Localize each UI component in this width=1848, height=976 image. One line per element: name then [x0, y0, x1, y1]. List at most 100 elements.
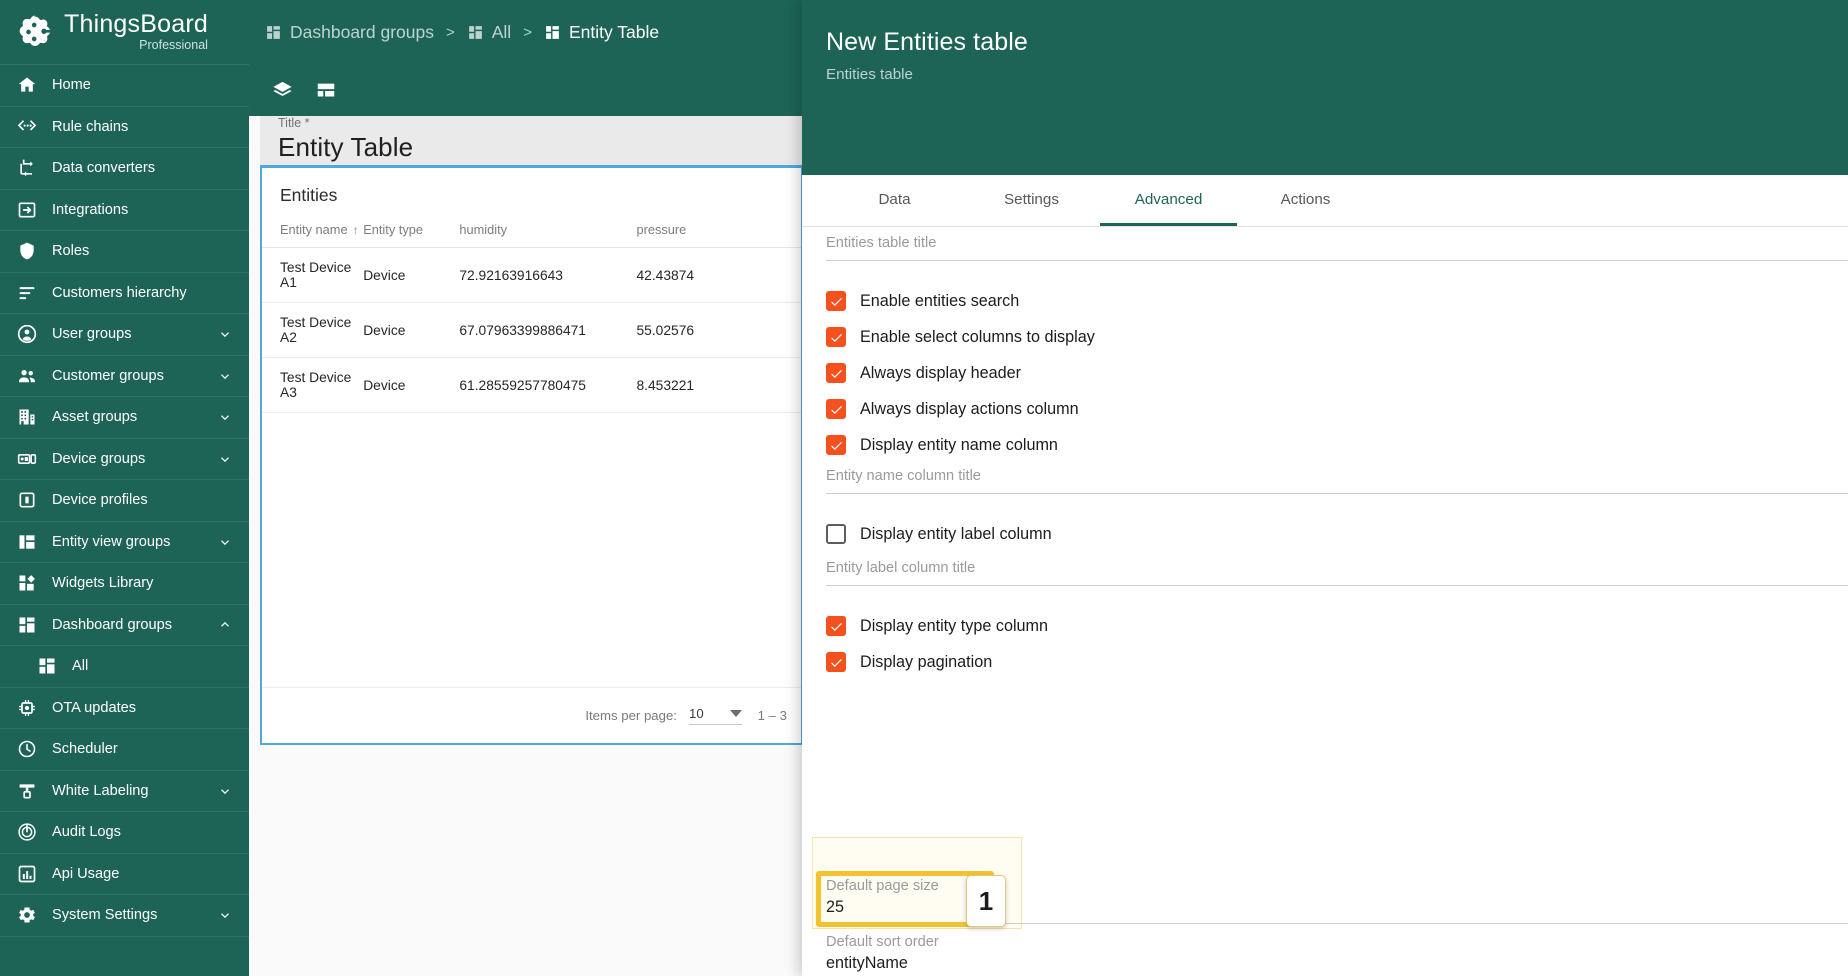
sidebar-item-api-usage[interactable]: Api Usage — [0, 854, 249, 895]
checkbox-enable-select-columns[interactable]: Enable select columns to display — [826, 319, 1095, 355]
checkbox-enable-entities-search[interactable]: Enable entities search — [826, 283, 1095, 319]
column-header-humidity[interactable]: humidity — [459, 212, 637, 248]
checked-box-icon — [826, 616, 846, 636]
table-row[interactable]: Test Device A2 Device 67.07963399886471 55.… — [262, 302, 801, 358]
sidebar-item-label: Device profiles — [52, 492, 148, 509]
sidebar-item-device-profiles[interactable]: Device profiles — [0, 480, 249, 522]
sidebar-item-entity-view-groups[interactable]: Entity view groups — [0, 522, 249, 563]
cell-entity-name: Test Device A1 — [262, 247, 364, 303]
sidebar-item-ota-updates[interactable]: OTA updates — [0, 688, 249, 729]
dashboards-icon — [16, 614, 38, 636]
breadcrumb-separator: > — [523, 24, 532, 41]
sidebar-item-rule-chains[interactable]: Rule chains — [0, 107, 249, 148]
sidebar-item-integrations[interactable]: Integrations — [0, 190, 249, 231]
tab-advanced[interactable]: Advanced — [1100, 175, 1237, 226]
chevron-down-icon[interactable] — [217, 783, 233, 799]
items-per-page-value: 10 — [688, 706, 704, 721]
tab-settings[interactable]: Settings — [963, 175, 1100, 226]
integrations-icon — [16, 199, 38, 221]
dialog-header: New Entities table Entities table ? — [802, 0, 1848, 175]
table-header-row: Entity name ↑ Entity type humidity pressu… — [262, 212, 801, 248]
entity-view-icon — [16, 531, 38, 553]
sidebar-item-system-settings[interactable]: System Settings — [0, 895, 249, 937]
building-icon — [16, 406, 38, 428]
checkbox-display-entity-type-column[interactable]: Display entity type column — [826, 608, 1048, 644]
widget-title-label: Title * — [278, 116, 310, 130]
field-entity-label-column-title[interactable]: Entity label column title — [826, 560, 1848, 586]
checked-box-icon — [826, 652, 846, 672]
breadcrumb-item-entity-table[interactable]: Entity Table — [544, 22, 659, 43]
widget-config-dialog: New Entities table Entities table ? — [802, 0, 1848, 976]
checkbox-display-pagination[interactable]: Display pagination — [826, 644, 992, 680]
sidebar-item-label: Api Usage — [52, 865, 120, 882]
checkbox-display-entity-label-column[interactable]: Display entity label column — [826, 516, 1052, 552]
chevron-up-icon[interactable] — [217, 617, 233, 633]
column-header-entity-name[interactable]: Entity name ↑ — [262, 212, 364, 248]
chevron-down-icon[interactable] — [217, 907, 233, 923]
unchecked-box-icon — [826, 524, 846, 544]
sidebar-item-dashboard-groups[interactable]: Dashboard groups — [0, 605, 249, 646]
field-value: entityName — [826, 954, 908, 972]
dashboards-icon — [467, 24, 484, 41]
sidebar-item-label: Integrations — [52, 201, 129, 218]
sidebar-item-roles[interactable]: Roles — [0, 231, 249, 273]
account-icon — [16, 323, 38, 345]
column-header-entity-type[interactable]: Entity type — [363, 212, 460, 248]
sidebar-item-data-converters[interactable]: Data converters — [0, 148, 249, 190]
sidebar-item-label: Customers hierarchy — [52, 284, 187, 301]
checkbox-label: Enable select columns to display — [860, 327, 1095, 346]
field-entities-table-title[interactable]: Entities table title — [826, 235, 1848, 261]
checkbox-always-display-actions-column[interactable]: Always display actions column — [826, 391, 1095, 427]
sidebar-item-home[interactable]: Home — [0, 65, 249, 107]
checkbox-always-display-header[interactable]: Always display header — [826, 355, 1095, 391]
breadcrumb-item-all[interactable]: All — [467, 22, 511, 43]
sidebar-item-user-groups[interactable]: User groups — [0, 314, 249, 356]
brand-logo-block[interactable]: ThingsBoard Professional — [0, 0, 249, 65]
sidebar-item-scheduler[interactable]: Scheduler — [0, 729, 249, 771]
table-row[interactable]: Test Device A1 Device 72.92163916643 42.438… — [262, 247, 801, 303]
widgets-icon — [16, 572, 38, 594]
tab-actions[interactable]: Actions — [1237, 175, 1374, 226]
sidebar-item-label: Device groups — [52, 450, 146, 467]
breadcrumb: Dashboard groups > All > Entity Table — [265, 22, 659, 43]
checkbox-group-display-options: Enable entities search Enable select col… — [826, 283, 1095, 463]
thingsboard-logo-icon — [14, 12, 54, 52]
field-underline — [826, 493, 1848, 494]
dashboard-layout-icon[interactable] — [309, 74, 343, 108]
field-label: Entities table title — [826, 235, 937, 251]
widget-title-value[interactable]: Entity Table — [278, 132, 785, 163]
sidebar-item-audit-logs[interactable]: Audit Logs — [0, 812, 249, 854]
chevron-down-icon[interactable] — [217, 534, 233, 550]
dashboards-icon — [265, 24, 282, 41]
sidebar-item-white-labeling[interactable]: White Labeling — [0, 771, 249, 812]
column-header-pressure[interactable]: pressure — [636, 212, 801, 248]
checkbox-label: Display entity label column — [860, 524, 1052, 543]
cell-entity-name: Test Device A3 — [262, 357, 364, 413]
layers-icon[interactable] — [265, 74, 299, 108]
sidebar-item-asset-groups[interactable]: Asset groups — [0, 397, 249, 439]
chevron-down-icon[interactable] — [217, 451, 233, 467]
dialog-body: Entities table title Enable entities sea… — [802, 227, 1848, 976]
field-entity-name-column-title[interactable]: Entity name column title — [826, 468, 1848, 494]
chevron-down-icon[interactable] — [217, 326, 233, 342]
sidebar-item-customers-hierarchy[interactable]: Customers hierarchy — [0, 273, 249, 314]
field-default-sort-order[interactable]: Default sort order entityName — [826, 934, 1848, 976]
checkbox-display-entity-name-column[interactable]: Display entity name column — [826, 427, 1095, 463]
items-per-page-select[interactable]: 10 — [688, 706, 742, 725]
cell-humidity: 61.28559257780475 — [459, 357, 637, 413]
home-icon — [16, 74, 38, 96]
checked-box-icon — [826, 291, 846, 311]
chevron-down-icon[interactable] — [217, 368, 233, 384]
sidebar-item-label: Rule chains — [52, 118, 129, 135]
sidebar-item-widgets-library[interactable]: Widgets Library — [0, 563, 249, 605]
cell-entity-type: Device — [363, 247, 460, 303]
sidebar-item-device-groups[interactable]: Device groups — [0, 439, 249, 480]
gear-icon — [16, 904, 38, 926]
sidebar-item-all[interactable]: All — [0, 646, 249, 688]
table-row[interactable]: Test Device A3 Device 61.28559257780475 8.4… — [262, 357, 801, 413]
sidebar-item-customer-groups[interactable]: Customer groups — [0, 356, 249, 397]
tab-data[interactable]: Data — [826, 175, 963, 226]
breadcrumb-item-dashboard-groups[interactable]: Dashboard groups — [265, 22, 434, 43]
brand-name: ThingsBoard — [64, 10, 208, 39]
chevron-down-icon[interactable] — [217, 409, 233, 425]
